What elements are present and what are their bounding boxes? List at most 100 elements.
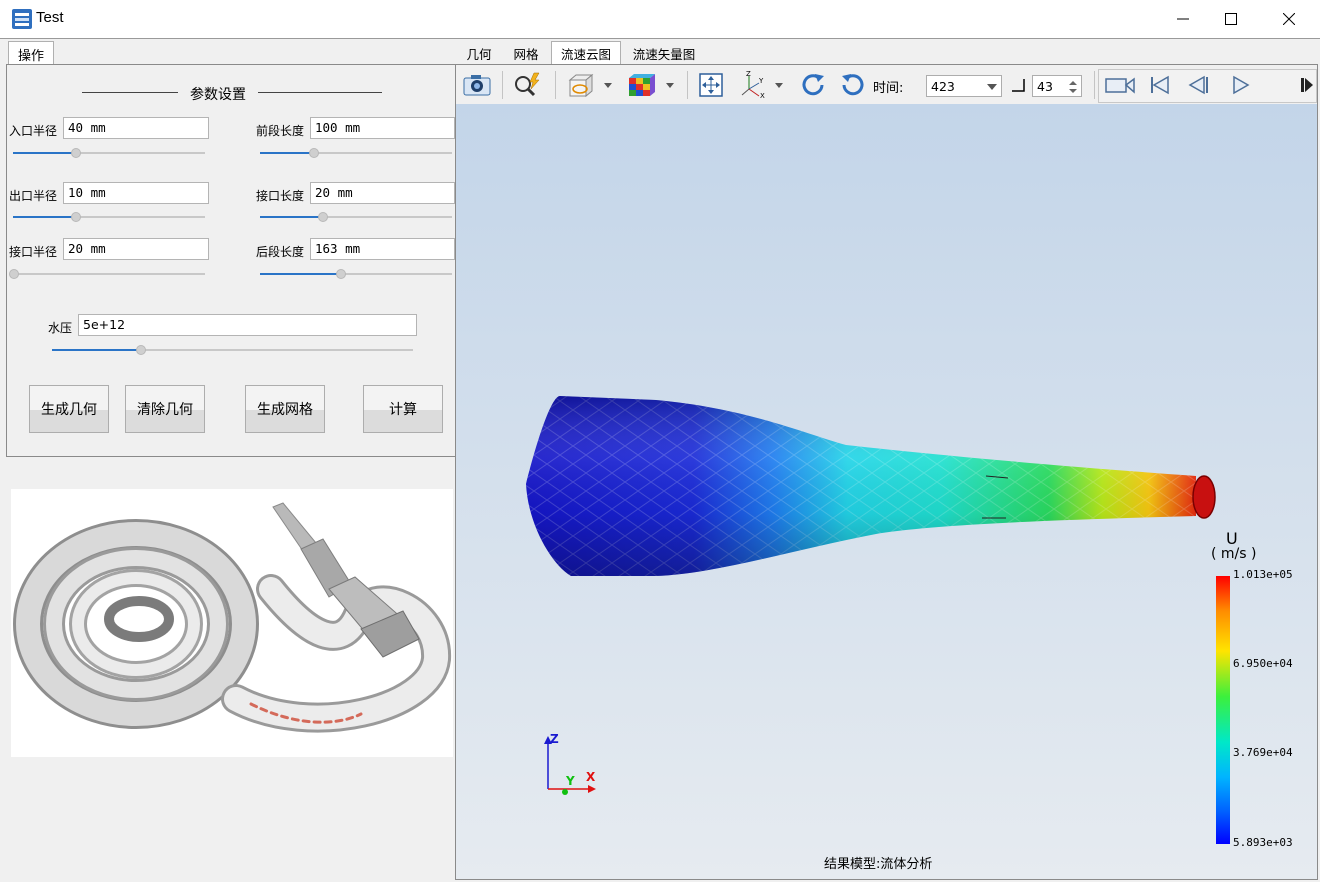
tab-geometry[interactable]: 几何	[460, 41, 498, 65]
color-cube-button[interactable]	[624, 69, 678, 101]
step-spinbox[interactable]: 43	[1032, 75, 1082, 97]
rear-length-label: 后段长度	[256, 245, 305, 259]
tab-mesh[interactable]: 网格	[506, 41, 546, 65]
close-button[interactable]	[1260, 0, 1318, 38]
window-title: Test	[36, 9, 64, 26]
view-toolbar: ZYX 时间: 423 43	[456, 65, 1317, 104]
fit-view-icon	[699, 73, 723, 97]
spin-arrows-icon[interactable]	[1069, 80, 1077, 94]
pressure-slider[interactable]	[52, 349, 413, 351]
axis-y-label: Y	[566, 774, 575, 788]
joint-length-slider-handle[interactable]	[318, 212, 328, 222]
compute-button[interactable]: 计算	[363, 385, 443, 433]
video-record-icon	[1105, 77, 1135, 94]
rotate-cw-icon	[802, 74, 824, 96]
joint-radius-input[interactable]: 20 mm	[63, 238, 209, 260]
rotate-cw-button[interactable]	[796, 69, 830, 101]
rotate-ccw-button[interactable]	[836, 69, 870, 101]
legend-unit: ( m/s )	[1211, 546, 1257, 562]
outlet-radius-slider-handle[interactable]	[71, 212, 81, 222]
time-label: 时间:	[873, 81, 904, 96]
outlet-radius-slider[interactable]	[13, 216, 205, 218]
joint-radius-slider-handle[interactable]	[9, 269, 19, 279]
axis-x-label: X	[586, 770, 596, 784]
toolbar-separator	[1094, 71, 1095, 99]
color-cube-icon	[629, 74, 674, 96]
title-bar: Test	[0, 0, 1320, 38]
prev-frame-icon	[1188, 75, 1208, 95]
legend-color-bar	[1216, 576, 1230, 844]
svg-text:X: X	[760, 92, 765, 99]
rear-length-input[interactable]: 163 mm	[310, 238, 455, 260]
next-frame-button[interactable]	[1300, 69, 1314, 101]
prev-frame-button[interactable]	[1184, 69, 1214, 101]
generate-geometry-button[interactable]: 生成几何	[29, 385, 109, 433]
view-box-button[interactable]	[562, 69, 616, 101]
legend-tick-min: 5.893e+03	[1233, 836, 1293, 849]
inlet-radius-input[interactable]: 40 mm	[63, 117, 209, 139]
step-spinbox-value: 43	[1037, 79, 1053, 94]
pressure-label: 水压	[48, 321, 73, 335]
joint-radius-slider[interactable]	[13, 273, 205, 275]
axes-icon: ZYX	[741, 71, 783, 99]
next-frame-icon	[1301, 78, 1313, 92]
axes-view-button[interactable]: ZYX	[738, 69, 788, 101]
rear-length-slider-handle[interactable]	[336, 269, 346, 279]
generate-mesh-button[interactable]: 生成网格	[245, 385, 325, 433]
inlet-radius-slider-handle[interactable]	[71, 148, 81, 158]
record-video-button[interactable]	[1100, 69, 1140, 101]
play-button[interactable]	[1226, 69, 1256, 101]
first-frame-button[interactable]	[1144, 69, 1174, 101]
svg-text:Z: Z	[746, 71, 751, 78]
rear-length-slider[interactable]	[260, 273, 452, 275]
zoom-select-button[interactable]	[510, 69, 544, 101]
view-box-icon	[568, 73, 612, 98]
close-icon	[1283, 13, 1295, 25]
joint-length-input[interactable]: 20 mm	[310, 182, 455, 204]
front-length-input[interactable]: 100 mm	[310, 117, 455, 139]
first-frame-icon	[1151, 75, 1169, 95]
time-select-value: 423	[931, 79, 955, 94]
front-length-label: 前段长度	[256, 124, 305, 138]
tab-velocity-vector[interactable]: 流速矢量图	[627, 41, 701, 65]
axis-z-label: Z	[550, 732, 559, 746]
front-length-slider[interactable]	[260, 152, 452, 154]
joint-length-slider[interactable]	[260, 216, 452, 218]
toolbar-separator	[555, 71, 556, 99]
play-icon	[1233, 75, 1250, 95]
outlet-radius-label: 出口半径	[9, 189, 58, 203]
front-length-slider-handle[interactable]	[309, 148, 319, 158]
result-model-caption: 结果模型:流体分析	[824, 857, 933, 872]
zoom-select-icon	[515, 72, 540, 97]
app-icon	[12, 9, 32, 29]
inlet-radius-slider[interactable]	[13, 152, 205, 154]
fire-hose-image	[11, 489, 453, 757]
svg-text:Y: Y	[758, 77, 764, 85]
inlet-radius-label: 入口半径	[9, 124, 58, 138]
legend-tick: 3.769e+04	[1233, 746, 1293, 759]
camera-icon	[463, 75, 491, 96]
toolbar-separator	[502, 71, 503, 99]
maximize-icon	[1225, 13, 1237, 25]
fit-view-button[interactable]	[694, 69, 728, 101]
legend-tick: 6.950e+04	[1233, 657, 1293, 670]
joint-length-label: 接口长度	[256, 189, 305, 203]
clear-geometry-button[interactable]: 清除几何	[125, 385, 205, 433]
title-divider	[0, 38, 1320, 39]
rotate-ccw-icon	[842, 74, 864, 96]
pressure-input[interactable]: 5e+12	[78, 314, 417, 336]
outlet-radius-input[interactable]: 10 mm	[63, 182, 209, 204]
render-viewport[interactable]: Z Y X U ( m/s ) 1.013e+05 6.950e+04 3.76…	[456, 104, 1317, 879]
tab-velocity-contour[interactable]: 流速云图	[551, 41, 621, 65]
tab-operation[interactable]: 操作	[8, 41, 54, 66]
section-title: 参数设置	[190, 87, 246, 103]
pressure-slider-handle[interactable]	[136, 345, 146, 355]
minimize-icon	[1177, 18, 1189, 20]
chevron-down-icon	[987, 84, 997, 90]
time-select[interactable]: 423	[926, 75, 1002, 97]
maximize-button[interactable]	[1202, 0, 1260, 38]
section-rule-right	[258, 92, 382, 93]
legend-tick-max: 1.013e+05	[1233, 568, 1293, 581]
joint-radius-label: 接口半径	[9, 245, 58, 259]
screenshot-button[interactable]	[460, 69, 494, 101]
